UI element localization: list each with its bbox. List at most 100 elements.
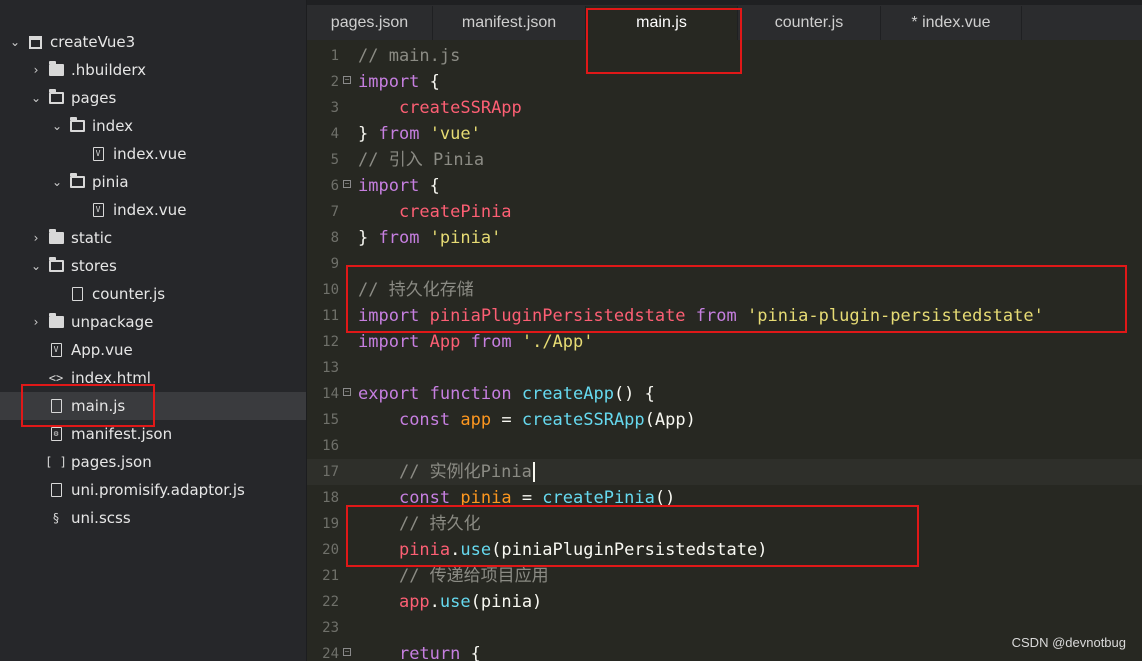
code-line[interactable]: 8} from 'pinia' (307, 225, 1142, 251)
tree-item--hbuilderx[interactable]: › .hbuilderx (0, 56, 306, 84)
tab-pages-json[interactable]: pages.json (307, 6, 433, 40)
tree-item-label: index.html (71, 369, 151, 387)
code-token: // 传递给项目应用 (398, 566, 549, 586)
settings-file-icon: ⚙ (46, 426, 66, 442)
tree-item-static[interactable]: › static (0, 224, 306, 252)
code-line[interactable]: 19 // 持久化 (307, 511, 1142, 537)
code-line[interactable]: 16 (307, 433, 1142, 459)
code-line[interactable]: 20 pinia.use(piniaPluginPersistedstate) (307, 537, 1142, 563)
line-number: 2 (330, 74, 339, 90)
line-number: 23 (322, 620, 339, 636)
fold-toggle-icon[interactable]: − (343, 648, 351, 656)
code-token: // 持久化存储 (358, 280, 474, 300)
line-number: 20 (322, 542, 339, 558)
fold-toggle-icon[interactable]: − (343, 388, 351, 396)
code-line[interactable]: 17 // 实例化Pinia (307, 459, 1142, 485)
line-number: 3 (330, 100, 339, 116)
code-line[interactable]: 5 // 引入 Pinia (307, 147, 1142, 173)
code-line[interactable]: 14− export function createApp() { (307, 381, 1142, 407)
tree-item-stores[interactable]: ⌄ stores (0, 252, 306, 280)
code-token: . (450, 540, 461, 560)
code-line[interactable]: 15 const app = createSSRApp(App) (307, 407, 1142, 433)
line-number: 7 (330, 204, 339, 220)
code-token: // 持久化 (398, 514, 481, 534)
code-line[interactable]: 3 createSSRApp (307, 95, 1142, 121)
code-line[interactable]: 2− import { (307, 69, 1142, 95)
code-token: import (358, 176, 420, 196)
chevron-down-icon[interactable]: ⌄ (29, 259, 43, 273)
code-line[interactable]: 18 const pinia = createPinia() (307, 485, 1142, 511)
code-line[interactable]: 10 // 持久化存储 (307, 277, 1142, 303)
tree-item-pages-json[interactable]: [ ] pages.json (0, 448, 306, 476)
chevron-down-icon[interactable]: ⌄ (50, 119, 64, 133)
tree-item-pages[interactable]: ⌄ pages (0, 84, 306, 112)
code-line[interactable]: 7 createPinia (307, 199, 1142, 225)
tree-item-label: App.vue (71, 341, 133, 359)
code-token: from (470, 332, 512, 352)
tree-item-index[interactable]: ⌄ index (0, 112, 306, 140)
code-line[interactable]: 6− import { (307, 173, 1142, 199)
tree-item-createvue3[interactable]: ⌄ createVue3 (0, 28, 306, 56)
fold-toggle-icon[interactable]: − (343, 76, 351, 84)
tree-item-uni-scss[interactable]: § uni.scss (0, 504, 306, 532)
code-line[interactable]: 11 import piniaPluginPersistedstate from … (307, 303, 1142, 329)
code-line[interactable]: 22 app.use(pinia) (307, 589, 1142, 615)
tab-manifest-json[interactable]: manifest.json (433, 6, 586, 40)
code-line[interactable]: 1 // main.js (307, 43, 1142, 69)
code-token: { (460, 644, 481, 661)
tree-item-label: index.vue (113, 201, 187, 219)
tab-index-vue[interactable]: * index.vue (881, 6, 1022, 40)
chevron-right-icon[interactable]: › (29, 231, 43, 245)
code-token: = (491, 410, 522, 430)
code-line[interactable]: 21 // 传递给项目应用 (307, 563, 1142, 589)
tree-item-main-js[interactable]: main.js (0, 392, 306, 420)
code-line[interactable]: 9 (307, 251, 1142, 277)
js-file-icon (46, 398, 66, 414)
code-token: function (429, 384, 512, 404)
chevron-down-icon[interactable]: ⌄ (8, 35, 22, 49)
chevron-right-icon[interactable]: › (29, 63, 43, 77)
code-line[interactable]: 12 import App from './App' (307, 329, 1142, 355)
chevron-down-icon[interactable]: ⌄ (50, 175, 64, 189)
watermark: CSDN @devnotbug (1011, 635, 1126, 650)
tree-item-counter-js[interactable]: counter.js (0, 280, 306, 308)
line-number: 11 (322, 308, 339, 324)
code-token: // 实例化Pinia (398, 462, 532, 482)
line-number: 5 (330, 152, 339, 168)
tree-item-unpackage[interactable]: › unpackage (0, 308, 306, 336)
code-token: . (429, 592, 440, 612)
code-line[interactable]: 13 (307, 355, 1142, 381)
folder-open-icon (46, 257, 66, 274)
line-number: 1 (330, 48, 339, 64)
tree-item-app-vue[interactable]: V App.vue (0, 336, 306, 364)
code-token: from (378, 228, 420, 248)
line-number: 16 (322, 438, 339, 454)
tab-counter-js[interactable]: counter.js (738, 6, 881, 40)
scss-file-icon: § (52, 511, 60, 525)
code-token: import (358, 72, 420, 92)
code-text: } from 'pinia' (358, 225, 501, 251)
code-line[interactable]: 4} from 'vue' (307, 121, 1142, 147)
chevron-down-icon[interactable]: ⌄ (29, 91, 43, 105)
tab-main-js[interactable]: main.js (586, 6, 738, 40)
code-token: = (511, 488, 543, 508)
tree-item-index-html[interactable]: <> index.html (0, 364, 306, 392)
tree-item-uni-promisify-adaptor-js[interactable]: uni.promisify.adaptor.js (0, 476, 306, 504)
code-token: piniaPluginPersistedstate (429, 306, 686, 326)
code-editor[interactable]: 1// main.js 2− import {3 createSSRApp 4} fr… (307, 40, 1142, 661)
chevron-right-icon[interactable]: › (29, 315, 43, 329)
tree-item-manifest-json[interactable]: ⚙ manifest.json (0, 420, 306, 448)
tree-item-index-vue[interactable]: Vindex.vue (0, 196, 306, 224)
code-text: const pinia = createPinia() (358, 485, 675, 511)
tree-item-index-vue[interactable]: Vindex.vue (0, 140, 306, 168)
fold-toggle-icon[interactable]: − (343, 180, 351, 188)
json-file-icon: [ ] (45, 455, 67, 469)
tree-item-pinia[interactable]: ⌄ pinia (0, 168, 306, 196)
